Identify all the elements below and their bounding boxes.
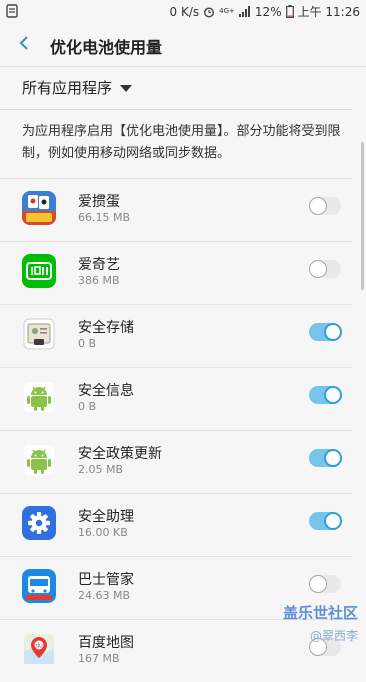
- battery-optimize-toggle[interactable]: [309, 260, 341, 278]
- battery-optimize-toggle[interactable]: [309, 323, 342, 341]
- app-row[interactable]: 安全政策更新 2.05 MB: [0, 430, 352, 493]
- back-arrow-icon[interactable]: [16, 34, 34, 52]
- clock: 上午 11:26: [297, 5, 360, 19]
- baidu-map-icon: du: [22, 632, 56, 666]
- app-size: 386 MB: [78, 274, 120, 287]
- scrollbar[interactable]: [361, 142, 364, 290]
- app-name: 安全信息: [78, 383, 134, 399]
- toggle-knob: [324, 512, 342, 530]
- app-bar: 优化电池使用量: [0, 22, 366, 67]
- app-name: 爱奇艺: [78, 257, 120, 273]
- app-row[interactable]: 安全助理 16.00 KB: [0, 493, 352, 556]
- battery-optimize-toggle[interactable]: [309, 386, 342, 404]
- page-title: 优化电池使用量: [50, 38, 163, 57]
- status-bar: 0 K/s 4G+ 12% 上午 11:26: [0, 0, 366, 22]
- app-name: 巴士管家: [78, 572, 134, 588]
- battery-percent: 12%: [254, 4, 282, 19]
- app-row[interactable]: 爱奇艺 386 MB: [0, 241, 352, 304]
- app-size: 16.00 KB: [78, 526, 128, 539]
- toggle-knob: [324, 386, 342, 404]
- toggle-knob: [309, 197, 327, 215]
- battery-icon: [285, 5, 294, 18]
- message-icon: [6, 4, 18, 18]
- watermark-user: @翠西李: [309, 629, 358, 643]
- app-row[interactable]: 安全信息 0 B: [0, 367, 352, 430]
- app-size: 24.63 MB: [78, 589, 131, 602]
- poker-game-icon: [22, 191, 56, 225]
- filter-label: 所有应用程序: [22, 78, 113, 97]
- app-size: 0 B: [78, 400, 97, 413]
- app-size: 0 B: [78, 337, 97, 350]
- svg-text:du: du: [35, 643, 43, 650]
- app-name: 爱掼蛋: [78, 194, 120, 210]
- battery-optimize-toggle[interactable]: [309, 449, 342, 467]
- battery-optimize-toggle[interactable]: [309, 575, 341, 593]
- network-type: 4G+: [219, 7, 235, 15]
- secure-storage-icon: [22, 317, 56, 351]
- caret-down-icon: [120, 84, 133, 92]
- toggle-knob: [309, 260, 327, 278]
- app-row[interactable]: 爱掼蛋 66.15 MB: [0, 178, 352, 241]
- bus-icon: [22, 569, 56, 603]
- app-filter-dropdown[interactable]: 所有应用程序: [22, 77, 133, 97]
- android-icon: [22, 380, 56, 414]
- app-size: 66.15 MB: [78, 211, 131, 224]
- toggle-knob: [324, 449, 342, 467]
- app-size: 167 MB: [78, 652, 120, 665]
- toggle-knob: [309, 575, 327, 593]
- gear-icon: [22, 506, 56, 540]
- app-row[interactable]: 安全存储 0 B: [0, 304, 352, 367]
- app-name: 安全政策更新: [78, 446, 162, 462]
- alarm-icon: [204, 6, 215, 18]
- battery-optimize-toggle[interactable]: [309, 512, 342, 530]
- network-speed: 0 K/s: [169, 4, 200, 19]
- app-name: 安全存储: [78, 320, 134, 336]
- iqiyi-icon: [22, 254, 56, 288]
- battery-optimize-toggle[interactable]: [309, 197, 341, 215]
- signal-icon: [238, 6, 250, 17]
- app-name: 百度地图: [78, 635, 134, 651]
- app-name: 安全助理: [78, 509, 134, 525]
- description-text: 为应用程序启用【优化电池使用量】。部分功能将受到限制，例如使用移动网络或同步数据…: [22, 124, 341, 161]
- android-icon: [22, 443, 56, 477]
- divider: [0, 109, 352, 110]
- toggle-knob: [324, 323, 342, 341]
- watermark: 盖乐世社区 @翠西李: [283, 602, 358, 644]
- watermark-site: 盖乐世社区: [282, 604, 358, 622]
- app-size: 2.05 MB: [78, 463, 124, 476]
